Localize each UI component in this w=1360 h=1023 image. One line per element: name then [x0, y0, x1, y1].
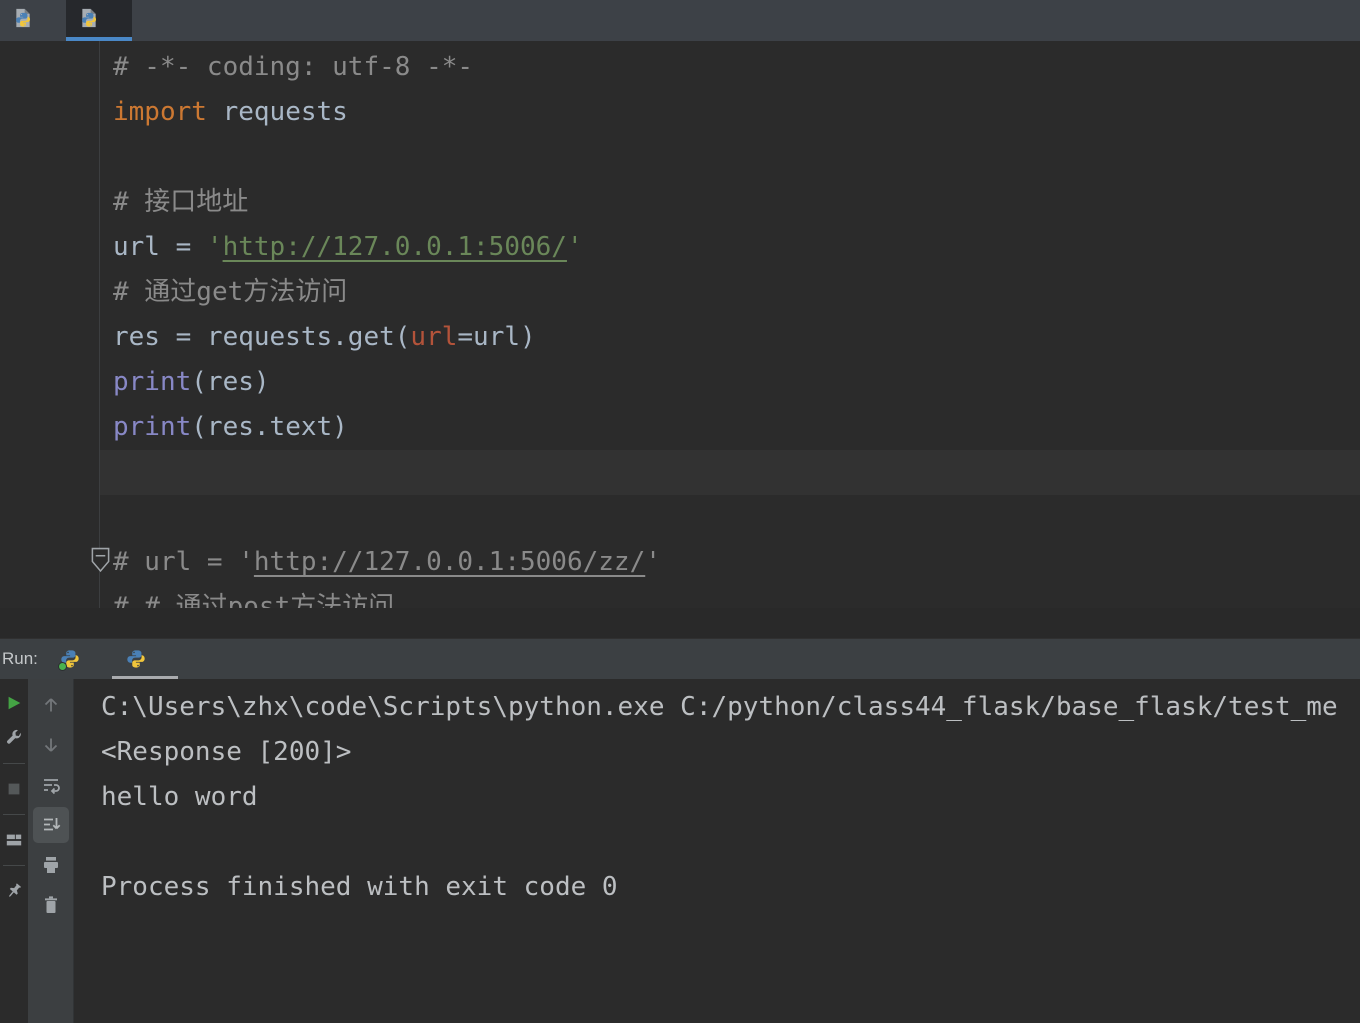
- gutter-row[interactable]: [0, 540, 110, 585]
- down-arrow-icon[interactable]: [33, 727, 69, 763]
- gutter-row[interactable]: [0, 405, 99, 450]
- gutter-row[interactable]: [0, 45, 99, 90]
- run-panel-title: Run:: [2, 649, 38, 668]
- print-icon[interactable]: [33, 847, 69, 883]
- code-token: # url = ': [113, 547, 254, 577]
- code-line-1: # -*- coding: utf-8 -*-: [100, 45, 1360, 90]
- code-token: http://127.0.0.1:5006/zz/: [253, 547, 646, 577]
- editor-tab-test_method.py[interactable]: [66, 0, 132, 41]
- code-token: res = requests.get(: [113, 322, 411, 352]
- code-token: =url): [457, 322, 536, 352]
- code-line-6: # 通过get方法访问: [100, 270, 1360, 315]
- toolbar-divider: [3, 763, 25, 764]
- editor-tab-simple_flask.py[interactable]: [0, 0, 66, 41]
- code-line-7: res = requests.get(url=url): [100, 315, 1360, 360]
- gutter-row[interactable]: [0, 225, 99, 270]
- fold-marker-icon[interactable]: [90, 547, 111, 592]
- clear-all-icon[interactable]: [33, 887, 69, 923]
- pin-icon[interactable]: [2, 879, 26, 903]
- run-tab-test_method[interactable]: [111, 639, 178, 679]
- python-file-icon: [13, 8, 33, 33]
- gutter-row[interactable]: [0, 180, 99, 225]
- gutter-row[interactable]: [0, 495, 99, 540]
- code-line-8: print(res): [100, 360, 1360, 405]
- run-panel-body: C:\Users\zhx\code\Scripts\python.exe C:/…: [0, 679, 1360, 1023]
- code-token: print: [113, 367, 192, 397]
- code-token: print: [113, 412, 192, 442]
- console-line: hello word: [101, 782, 258, 812]
- code-line-2: import requests: [100, 90, 1360, 135]
- code-editor[interactable]: # -*- coding: utf-8 -*- import requests # …: [0, 41, 1360, 638]
- code-line-12: # url = 'http://127.0.0.1:5006/zz/': [100, 540, 1360, 585]
- console-line: C:\Users\zhx\code\Scripts\python.exe C:/…: [101, 692, 1338, 722]
- code-token: ': [206, 232, 223, 262]
- code-token: # 接口地址: [113, 187, 249, 217]
- rerun-icon[interactable]: [2, 691, 26, 715]
- code-token: http://127.0.0.1:5006/: [222, 232, 567, 262]
- code-token: url: [410, 322, 458, 352]
- gutter-row[interactable]: [0, 270, 99, 315]
- restore-layout-icon[interactable]: [2, 828, 26, 852]
- gutter-row[interactable]: [0, 315, 99, 360]
- toolbar-divider: [3, 814, 25, 815]
- code-token: import: [113, 97, 223, 127]
- editor-tab-bar: [0, 0, 1360, 41]
- editor-bottom-strip: [0, 608, 1360, 638]
- settings-icon[interactable]: [2, 726, 26, 750]
- console-line: <Response [200]>: [101, 737, 352, 767]
- gutter-row[interactable]: [0, 360, 99, 405]
- code-token: requests: [222, 97, 348, 127]
- console-line: Process finished with exit code 0: [101, 872, 618, 902]
- code-token: url =: [113, 232, 207, 262]
- editor-code-area[interactable]: # -*- coding: utf-8 -*- import requests # …: [100, 41, 1360, 638]
- scroll-to-end-icon[interactable]: [32, 807, 69, 843]
- code-line-5: url = 'http://127.0.0.1:5006/': [100, 225, 1360, 270]
- code-token: ': [566, 232, 583, 262]
- console-toolbar: [28, 679, 74, 1023]
- editor-gutter[interactable]: [0, 41, 110, 638]
- code-token: (res): [191, 367, 270, 397]
- gutter-row[interactable]: [0, 450, 99, 495]
- code-token: # -*- coding: utf-8 -*-: [113, 52, 474, 82]
- code-line-4: # 接口地址: [100, 180, 1360, 225]
- toolbar-divider: [3, 865, 25, 866]
- run-console-output[interactable]: C:\Users\zhx\code\Scripts\python.exe C:/…: [74, 679, 1360, 1023]
- run-tab-bar: [46, 639, 178, 679]
- code-line-9: print(res.text): [100, 405, 1360, 450]
- gutter-row[interactable]: [0, 90, 99, 135]
- code-token: (res.text): [191, 412, 348, 442]
- python-file-icon: [79, 8, 99, 33]
- stop-icon[interactable]: [2, 777, 26, 801]
- gutter-row[interactable]: [0, 135, 99, 180]
- run-toolbar: [0, 679, 28, 1023]
- up-arrow-icon[interactable]: [33, 687, 69, 723]
- run-tab-simple_flask[interactable]: [46, 639, 112, 679]
- run-panel-header: Run:: [0, 638, 1360, 679]
- python-icon: [126, 649, 146, 669]
- python-icon: [57, 649, 80, 671]
- code-token: ': [645, 547, 661, 577]
- code-token: # 通过get方法访问: [113, 277, 348, 307]
- running-indicator-dot: [57, 662, 67, 671]
- soft-wrap-icon[interactable]: [33, 767, 69, 803]
- code-line-10: [100, 450, 1360, 495]
